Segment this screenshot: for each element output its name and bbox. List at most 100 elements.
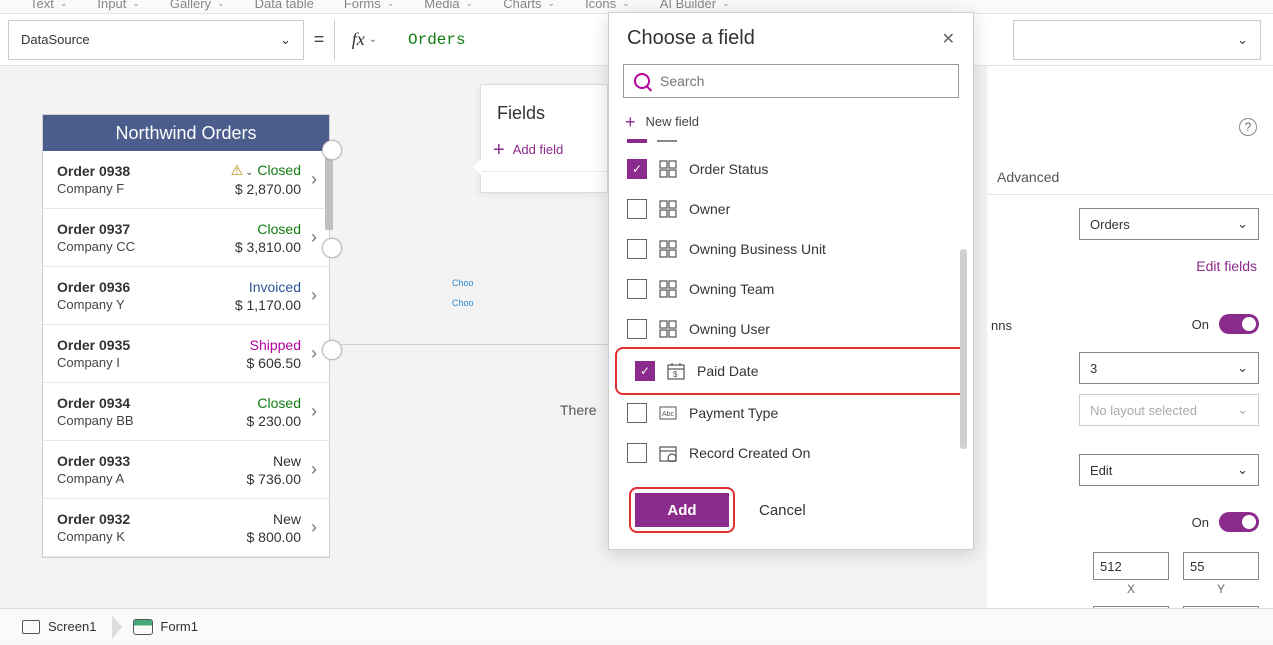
order-status: Invoiced bbox=[212, 279, 301, 295]
field-checkbox[interactable] bbox=[627, 199, 647, 219]
field-list[interactable]: ✓ Order Status Owner Owning Business Uni… bbox=[609, 149, 973, 473]
field-checkbox[interactable]: ✓ bbox=[627, 159, 647, 179]
order-row[interactable]: Order 0937 Company CC Closed $ 3,810.00 … bbox=[43, 209, 329, 267]
breadcrumb-bar: Screen1 Form1 bbox=[0, 608, 1273, 644]
ribbon-data-table[interactable]: Data table bbox=[255, 0, 314, 13]
property-selector[interactable]: DataSource ⌄ bbox=[8, 20, 304, 60]
selection-handle[interactable] bbox=[322, 238, 342, 258]
toggle-on-label: On bbox=[1192, 515, 1209, 530]
order-company: Company A bbox=[57, 471, 212, 486]
order-company: Company BB bbox=[57, 413, 212, 428]
field-name: Owning Business Unit bbox=[689, 241, 826, 257]
visible-toggle[interactable] bbox=[1219, 512, 1259, 532]
canvas-placeholder-text: ChooChoo bbox=[452, 278, 474, 308]
ribbon-gallery[interactable]: Gallery⌄ bbox=[170, 0, 225, 13]
datasource-dropdown[interactable]: Orders ⌄ bbox=[1079, 208, 1259, 240]
selection-handle[interactable] bbox=[322, 340, 342, 360]
order-row[interactable]: Order 0934 Company BB Closed $ 230.00 › bbox=[43, 383, 329, 441]
tab-advanced[interactable]: Advanced bbox=[997, 169, 1059, 185]
svg-text:Abc: Abc bbox=[662, 411, 675, 418]
field-item[interactable]: Abc Payment Type bbox=[609, 393, 973, 433]
fx-button[interactable]: fx ⌄ bbox=[334, 20, 394, 60]
close-button[interactable]: ✕ bbox=[942, 29, 955, 49]
field-name: Owning User bbox=[689, 321, 770, 337]
add-button[interactable]: Add bbox=[635, 493, 729, 527]
field-type-icon bbox=[659, 200, 677, 218]
chevron-right-icon: › bbox=[307, 517, 321, 538]
order-row[interactable]: Order 0938 Company F ⚠⌄ Closed $ 2,870.0… bbox=[43, 151, 329, 209]
new-field-button[interactable]: + New field bbox=[609, 108, 973, 137]
field-name: Paid Date bbox=[697, 363, 758, 379]
field-item[interactable]: Owning User bbox=[609, 309, 973, 349]
panel-pointer bbox=[473, 159, 481, 175]
field-item[interactable]: Owner bbox=[609, 189, 973, 229]
position-y-input[interactable]: 55 bbox=[1183, 552, 1259, 580]
field-name: Record Created On bbox=[689, 445, 810, 461]
search-input[interactable] bbox=[660, 73, 948, 89]
ribbon-media[interactable]: Media⌄ bbox=[424, 0, 473, 13]
field-item[interactable]: Record Created On bbox=[609, 433, 973, 473]
format-dropdown[interactable]: ⌄ bbox=[1013, 20, 1261, 60]
order-id: Order 0937 bbox=[57, 221, 212, 237]
order-row[interactable]: Order 0933 Company A New $ 736.00 › bbox=[43, 441, 329, 499]
field-item[interactable]: Owning Team bbox=[609, 269, 973, 309]
field-item[interactable]: Owning Business Unit bbox=[609, 229, 973, 269]
columns-count-dropdown[interactable]: 3⌄ bbox=[1079, 352, 1259, 384]
field-checkbox[interactable] bbox=[627, 279, 647, 299]
search-icon bbox=[634, 73, 650, 89]
svg-text:$: $ bbox=[673, 370, 678, 379]
field-checkbox[interactable] bbox=[627, 403, 647, 423]
selection-handle[interactable] bbox=[322, 140, 342, 160]
position-x-input[interactable]: 512 bbox=[1093, 552, 1169, 580]
order-status: ⚠⌄ Closed bbox=[212, 162, 301, 179]
properties-panel: Advanced Orders ⌄ Edit fields nns On 3⌄ … bbox=[987, 66, 1273, 608]
field-type-icon: $ bbox=[667, 362, 685, 380]
order-row[interactable]: Order 0936 Company Y Invoiced $ 1,170.00… bbox=[43, 267, 329, 325]
gallery-scrollbar[interactable] bbox=[325, 150, 333, 230]
edit-fields-link[interactable]: Edit fields bbox=[1196, 258, 1257, 274]
help-button[interactable]: ? bbox=[1239, 118, 1257, 136]
chevron-down-icon: ⌄ bbox=[1237, 32, 1248, 48]
chevron-down-icon: ⌄ bbox=[1237, 216, 1248, 232]
field-checkbox[interactable] bbox=[627, 319, 647, 339]
ribbon-charts[interactable]: Charts⌄ bbox=[503, 0, 555, 13]
field-item[interactable]: ✓ $ Paid Date bbox=[617, 351, 965, 391]
chevron-down-icon: ⌄ bbox=[1237, 360, 1248, 376]
order-company: Company CC bbox=[57, 239, 212, 254]
field-checkbox[interactable] bbox=[627, 239, 647, 259]
breadcrumb-form[interactable]: Form1 bbox=[126, 609, 214, 645]
default-mode-dropdown[interactable]: Edit⌄ bbox=[1079, 454, 1259, 486]
add-field-button[interactable]: + Add field bbox=[481, 136, 607, 172]
ribbon-input[interactable]: Input⌄ bbox=[97, 0, 139, 13]
new-field-label: New field bbox=[646, 114, 699, 129]
x-label: X bbox=[1093, 582, 1169, 596]
order-id: Order 0936 bbox=[57, 279, 212, 295]
order-row[interactable]: Order 0935 Company I Shipped $ 606.50 › bbox=[43, 325, 329, 383]
field-item[interactable]: ✓ Order Status bbox=[609, 149, 973, 189]
orders-gallery[interactable]: Northwind Orders Order 0938 Company F ⚠⌄… bbox=[42, 114, 330, 558]
chevron-right-icon: › bbox=[307, 343, 321, 364]
ribbon-text[interactable]: Text⌄ bbox=[30, 0, 67, 13]
order-amount: $ 606.50 bbox=[212, 355, 301, 371]
order-id: Order 0932 bbox=[57, 511, 212, 527]
order-row[interactable]: Order 0932 Company K New $ 800.00 › bbox=[43, 499, 329, 557]
layout-dropdown: No layout selected⌄ bbox=[1079, 394, 1259, 426]
snap-columns-toggle[interactable] bbox=[1219, 314, 1259, 334]
ribbon-forms[interactable]: Forms⌄ bbox=[344, 0, 394, 13]
breadcrumb-screen[interactable]: Screen1 bbox=[14, 609, 112, 645]
field-checkbox[interactable]: ✓ bbox=[635, 361, 655, 381]
cancel-button[interactable]: Cancel bbox=[759, 502, 806, 519]
order-status: New bbox=[212, 453, 301, 469]
toggle-on-label: On bbox=[1192, 317, 1209, 332]
field-checkbox[interactable] bbox=[627, 443, 647, 463]
search-input-wrapper[interactable] bbox=[623, 64, 959, 98]
chevron-right-icon: › bbox=[307, 285, 321, 306]
order-id: Order 0938 bbox=[57, 163, 212, 179]
view-mode-active bbox=[627, 139, 647, 143]
plus-icon: + bbox=[493, 143, 505, 157]
fields-panel-title: Fields bbox=[481, 85, 607, 136]
view-mode-tabs[interactable] bbox=[609, 137, 973, 149]
field-list-scrollbar[interactable] bbox=[960, 249, 967, 449]
field-name: Owner bbox=[689, 201, 730, 217]
chevron-right-icon: › bbox=[307, 227, 321, 248]
